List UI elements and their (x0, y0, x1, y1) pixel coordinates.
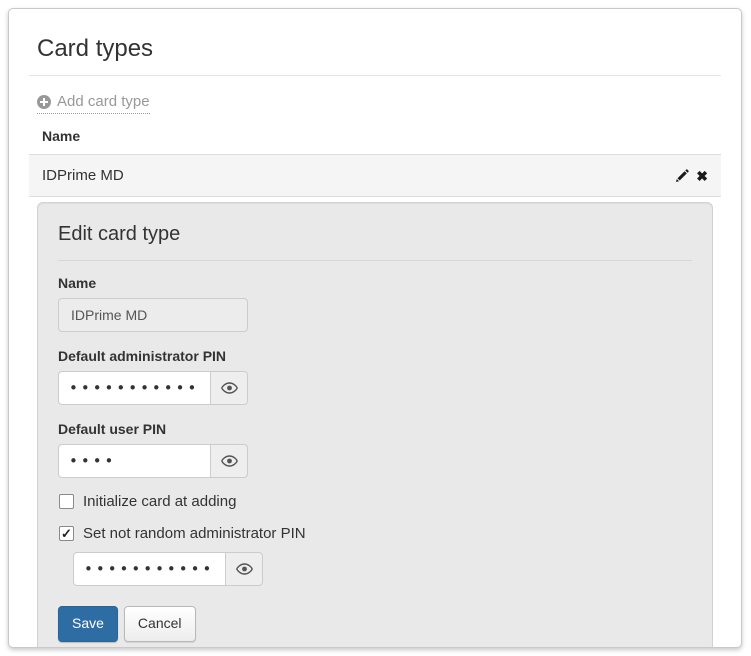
row-actions: ✖ (675, 169, 708, 183)
add-card-type-label: Add card type (57, 93, 150, 110)
edit-card-type-panel: Edit card type Name Default administrato… (37, 202, 713, 648)
name-field[interactable] (58, 298, 248, 332)
user-pin-group (58, 444, 248, 478)
admin-pin-reveal-button[interactable] (210, 371, 248, 405)
set-not-random-pin-checkbox[interactable] (59, 526, 74, 541)
initialize-card-checkbox-row[interactable]: Initialize card at adding (59, 493, 692, 510)
admin-pin-group (58, 371, 248, 405)
user-pin-reveal-button[interactable] (210, 444, 248, 478)
set-not-random-pin-checkbox-label: Set not random administrator PIN (83, 525, 306, 542)
pencil-icon[interactable] (675, 169, 689, 183)
user-pin-label: Default user PIN (58, 421, 692, 437)
eye-icon (221, 455, 238, 467)
save-button[interactable]: Save (58, 606, 118, 642)
eye-icon (221, 382, 238, 394)
admin-pin-field[interactable] (58, 371, 210, 405)
initialize-card-checkbox-label: Initialize card at adding (83, 493, 236, 510)
user-pin-field[interactable] (58, 444, 210, 478)
plus-circle-icon (37, 95, 51, 109)
admin-pin-label: Default administrator PIN (58, 348, 692, 364)
card-type-name: IDPrime MD (42, 167, 124, 184)
card-types-page: Card types Add card type Name IDPrime MD… (8, 8, 742, 648)
set-not-random-pin-checkbox-row[interactable]: Set not random administrator PIN (59, 525, 692, 542)
not-random-admin-pin-group (73, 552, 263, 586)
add-card-type-link[interactable]: Add card type (37, 93, 150, 114)
form-buttons: Save Cancel (58, 606, 692, 642)
edit-panel-title: Edit card type (58, 223, 692, 261)
not-random-admin-pin-field[interactable] (73, 552, 225, 586)
cancel-button[interactable]: Cancel (124, 606, 196, 642)
x-icon[interactable]: ✖ (696, 169, 708, 183)
page-title: Card types (37, 35, 721, 63)
table-column-header-name: Name (29, 114, 721, 154)
title-divider (29, 75, 721, 76)
initialize-card-checkbox[interactable] (59, 494, 74, 509)
not-random-admin-pin-reveal-button[interactable] (225, 552, 263, 586)
name-field-label: Name (58, 275, 692, 291)
eye-icon (236, 563, 253, 575)
table-row: IDPrime MD ✖ (29, 154, 721, 197)
